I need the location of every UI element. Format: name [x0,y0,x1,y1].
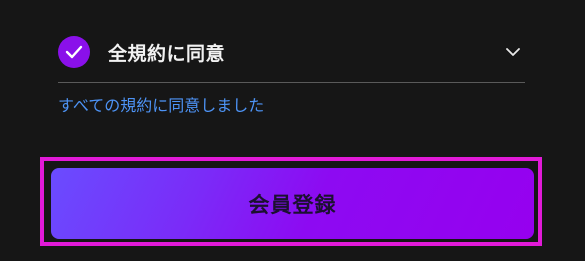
terms-agreement-screen: 全規約に同意 すべての規約に同意しました 会員登録 [0,0,585,261]
check-icon[interactable] [58,36,90,68]
agree-all-label: 全規約に同意 [108,42,226,65]
chevron-down-icon[interactable] [502,41,524,63]
agreement-status-text: すべての規約に同意しました [58,96,265,115]
agree-all-terms-row[interactable]: 全規約に同意 [58,33,526,71]
divider [58,82,525,83]
register-button[interactable]: 会員登録 [51,168,534,239]
